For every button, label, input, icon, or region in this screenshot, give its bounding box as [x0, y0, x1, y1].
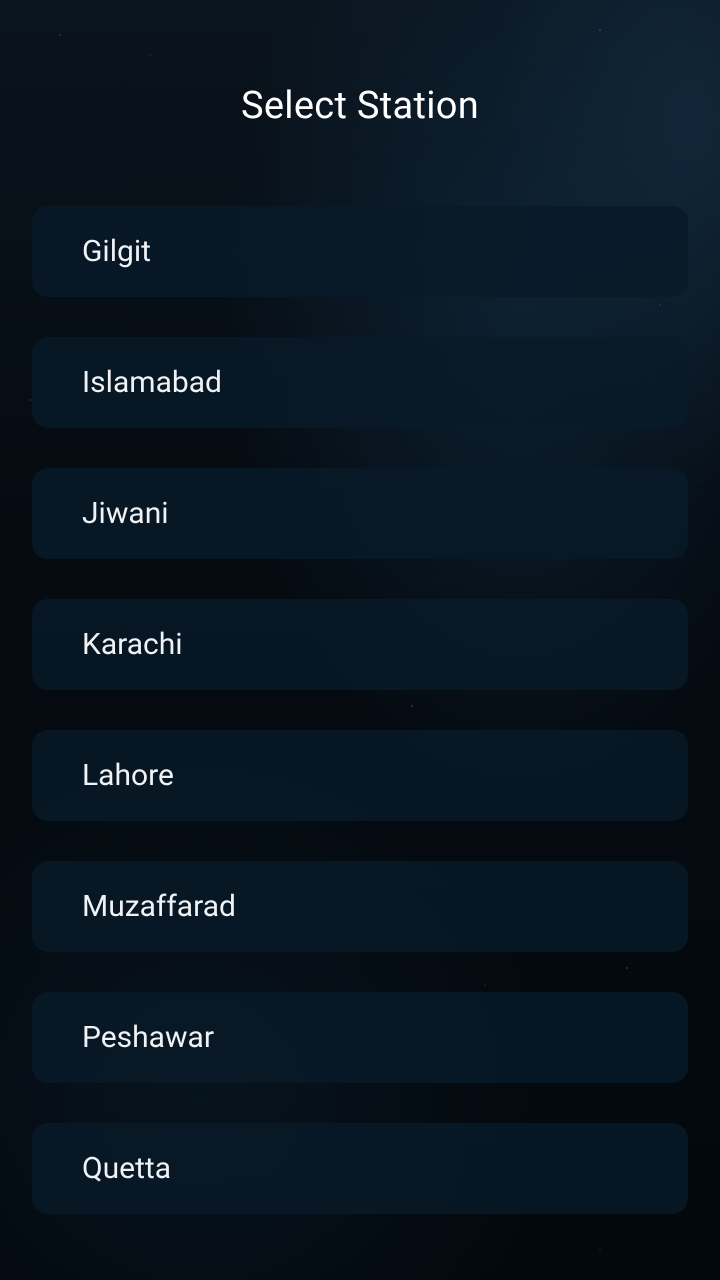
station-label: Peshawar — [82, 1020, 214, 1055]
station-list: Gilgit Islamabad Jiwani Karachi Lahore M… — [32, 206, 688, 1254]
station-label: Gilgit — [82, 234, 151, 269]
station-item-peshawar[interactable]: Peshawar — [32, 992, 688, 1083]
station-item-muzaffarad[interactable]: Muzaffarad — [32, 861, 688, 952]
station-item-gilgit[interactable]: Gilgit — [32, 206, 688, 297]
station-item-lahore[interactable]: Lahore — [32, 730, 688, 821]
station-label: Karachi — [82, 627, 183, 662]
station-label: Islamabad — [82, 365, 222, 400]
station-item-islamabad[interactable]: Islamabad — [32, 337, 688, 428]
station-label: Quetta — [82, 1151, 172, 1186]
station-label: Jiwani — [82, 496, 169, 531]
station-item-karachi[interactable]: Karachi — [32, 599, 688, 690]
page-title: Select Station — [240, 84, 480, 128]
station-label: Muzaffarad — [82, 889, 236, 924]
station-item-quetta[interactable]: Quetta — [32, 1123, 688, 1214]
station-label: Lahore — [82, 758, 174, 793]
station-item-jiwani[interactable]: Jiwani — [32, 468, 688, 559]
